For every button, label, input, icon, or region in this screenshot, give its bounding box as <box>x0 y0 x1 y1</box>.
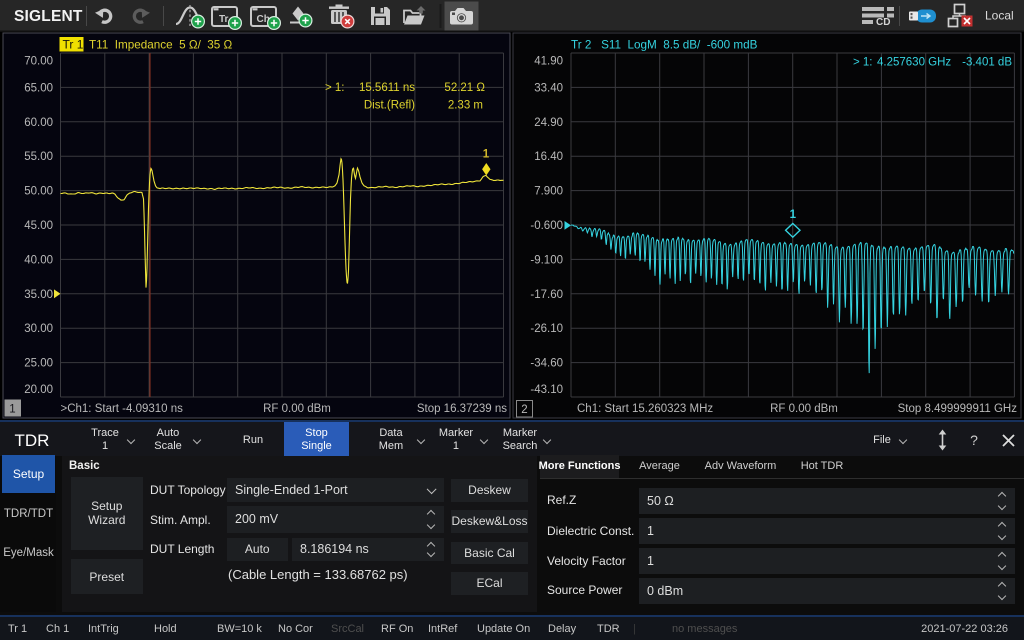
svg-text:55.00: 55.00 <box>24 151 53 163</box>
svg-text:> 1:: > 1: <box>325 82 345 94</box>
svg-text:1: 1 <box>790 209 797 221</box>
svg-text:-34.60: -34.60 <box>530 358 563 370</box>
svg-text:41.90: 41.90 <box>534 56 563 68</box>
svg-text:-43.10: -43.10 <box>530 384 563 396</box>
svg-text:-3.401 dB: -3.401 dB <box>962 57 1012 69</box>
svg-text:65.00: 65.00 <box>24 82 53 94</box>
svg-text:1: 1 <box>9 404 15 416</box>
svg-text:45.00: 45.00 <box>24 220 53 232</box>
svg-text:Dist.(Refl): Dist.(Refl) <box>364 100 415 112</box>
svg-text:52.21 Ω: 52.21 Ω <box>444 82 485 94</box>
svg-text:T11 Impedance 5 Ω/ 35 Ω: T11 Impedance 5 Ω/ 35 Ω <box>89 39 233 52</box>
svg-text:-26.10: -26.10 <box>530 323 563 335</box>
svg-text:-9.100: -9.100 <box>530 254 563 266</box>
svg-text:Stop 16.37239 ns: Stop 16.37239 ns <box>417 403 507 415</box>
svg-text:RF 0.00 dBm: RF 0.00 dBm <box>263 403 331 415</box>
svg-text:Stop 8.499999911 GHz: Stop 8.499999911 GHz <box>898 403 1018 415</box>
svg-text:Tr 1: Tr 1 <box>63 38 84 52</box>
svg-text:CD: CD <box>876 17 890 28</box>
svg-text:SIGLENT: SIGLENT <box>14 8 83 25</box>
svg-text:-0.600: -0.600 <box>530 220 563 232</box>
svg-text:Ch1: Start 15.260323 MHz: Ch1: Start 15.260323 MHz <box>577 403 713 415</box>
svg-text:2.33 m: 2.33 m <box>448 100 483 112</box>
svg-text:16.40: 16.40 <box>534 151 563 163</box>
svg-text:-17.60: -17.60 <box>530 289 563 301</box>
svg-text:60.00: 60.00 <box>24 117 53 129</box>
svg-text:Tr 2 S11 LogM 8.5 dB/ -60: Tr 2 S11 LogM 8.5 dB/ -600 mdB <box>571 39 758 52</box>
svg-text:70.00: 70.00 <box>24 56 53 68</box>
svg-text:4.257630 GHz: 4.257630 GHz <box>877 57 951 69</box>
svg-text:Tr: Tr <box>219 14 229 25</box>
svg-text:40.00: 40.00 <box>24 254 53 266</box>
svg-text:25.00: 25.00 <box>24 358 53 370</box>
svg-text:> 1:: > 1: <box>853 57 873 69</box>
svg-text:33.40: 33.40 <box>534 82 563 94</box>
svg-text:7.900: 7.900 <box>534 186 563 198</box>
svg-text:50.00: 50.00 <box>24 186 53 198</box>
svg-text:1: 1 <box>483 149 490 161</box>
svg-text:30.00: 30.00 <box>24 323 53 335</box>
svg-text:35.00: 35.00 <box>24 289 53 301</box>
svg-text:2: 2 <box>521 404 527 416</box>
svg-text:20.00: 20.00 <box>24 384 53 396</box>
svg-text:Local: Local <box>985 9 1014 23</box>
svg-text:RF 0.00 dBm: RF 0.00 dBm <box>770 403 838 415</box>
svg-text:24.90: 24.90 <box>534 117 563 129</box>
svg-text:>Ch1: Start -4.09310 ns: >Ch1: Start -4.09310 ns <box>61 403 184 415</box>
svg-text:15.5611 ns: 15.5611 ns <box>359 82 415 94</box>
